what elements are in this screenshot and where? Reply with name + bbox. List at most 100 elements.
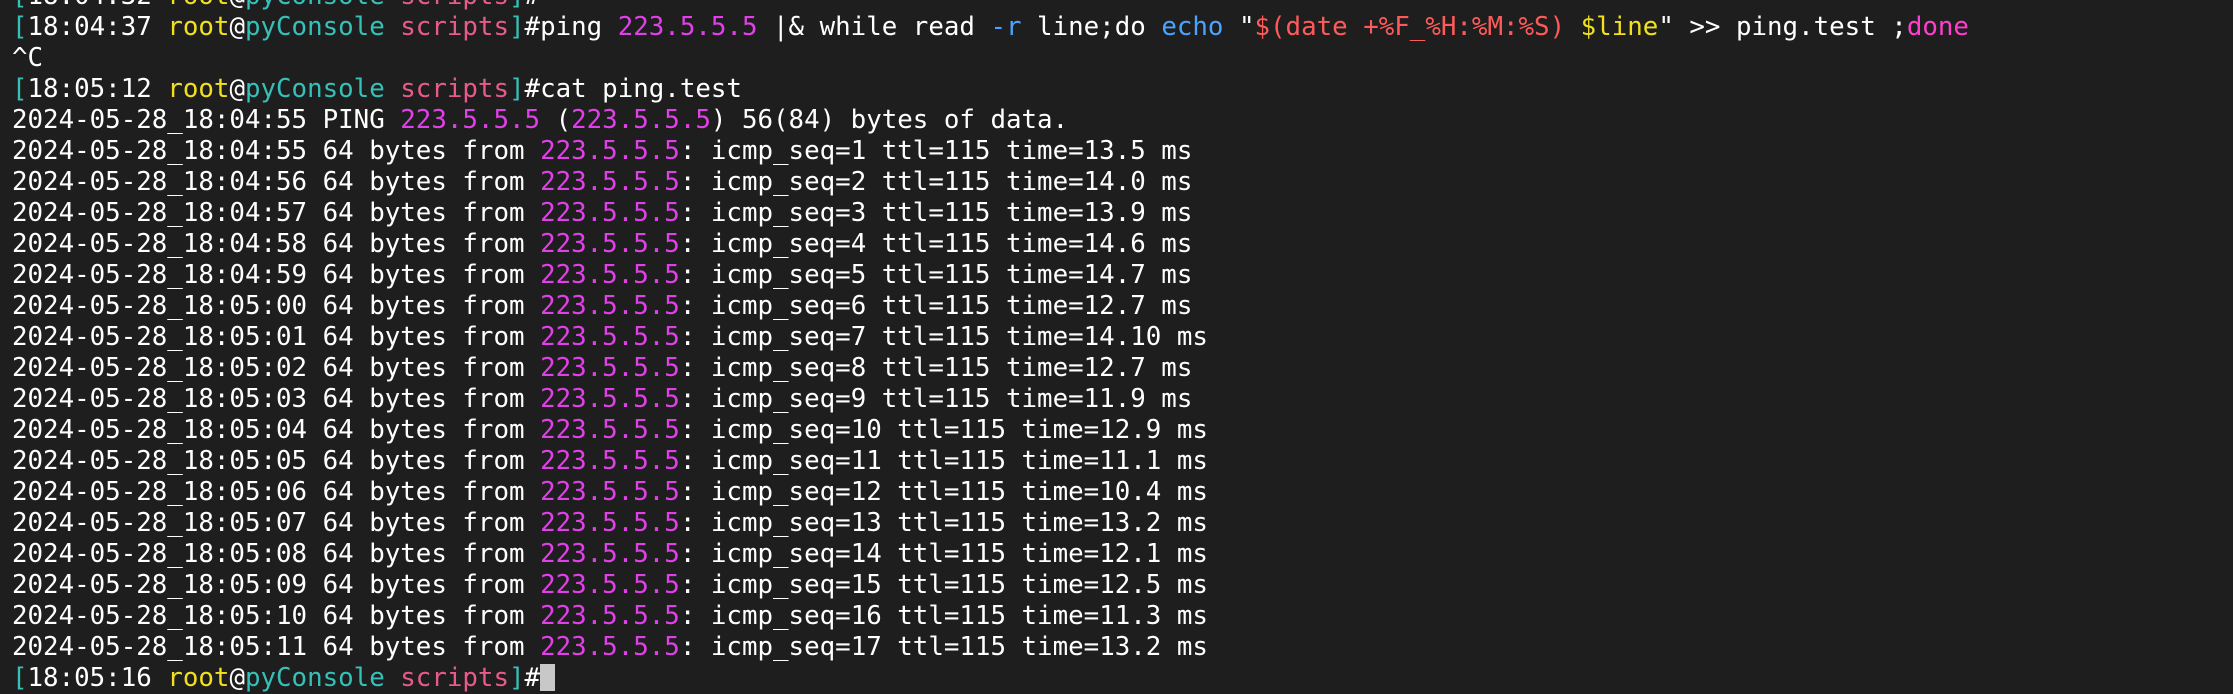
ip-address: 223.5.5.5 [540,508,680,538]
ping-reply-row: 2024-05-28_18:05:03 64 bytes from 223.5.… [12,384,1193,414]
rtt-value: 10.4 [1099,477,1162,507]
ttl-value: 115 [959,601,1006,631]
ping-output-list: 2024-05-28_18:04:55 64 bytes from 223.5.… [12,136,2233,663]
ttl-value: 115 [959,477,1006,507]
ttl-value: 115 [943,167,991,197]
ttl-value: 115 [943,291,991,321]
rtt-value: 12.7 [1083,353,1146,383]
icmp-seq: 8 [850,353,867,383]
ping-reply-row: 2024-05-28_18:04:58 64 bytes from 223.5.… [12,229,1193,259]
icmp-seq: 5 [850,260,867,290]
ip-address: 223.5.5.5 [540,229,680,259]
prompt-line-current[interactable]: [18:05:16 root@pyConsole scripts]# [12,663,2233,694]
icmp-seq: 3 [850,198,867,228]
rtt-value: 11.9 [1083,384,1146,414]
timestamp: 2024-05-28_18:05:06 [12,477,308,507]
rtt-value: 13.5 [1083,136,1146,166]
icmp-seq: 16 [850,601,882,631]
icmp-seq: 11 [850,446,882,476]
icmp-seq: 6 [850,291,867,321]
ttl-value: 115 [959,539,1006,569]
prompt-user: root [167,12,230,42]
timestamp: 2024-05-28_18:04:57 [12,198,308,228]
prompt-user: root [167,0,229,11]
ping-reply-row: 2024-05-28_18:05:02 64 bytes from 223.5.… [12,353,1193,383]
timestamp: 2024-05-28_18:04:59 [12,260,308,290]
ping-reply-row: 2024-05-28_18:05:11 64 bytes from 223.5.… [12,632,1208,662]
prompt-user: root [167,663,230,693]
prompt-user: root [167,74,230,104]
timestamp: 2024-05-28_18:05:01 [12,322,308,352]
rtt-value: 13.2 [1099,632,1162,662]
ping-reply-row: 2024-05-28_18:05:06 64 bytes from 223.5.… [12,477,1208,507]
prompt-dir: scripts [400,663,509,693]
prompt-line-partial: [18:04:32 root@pyConsole scripts]# [12,0,2233,12]
text-cursor[interactable] [540,664,556,691]
ttl-value: 115 [943,136,991,166]
ttl-value: 115 [959,508,1006,538]
timestamp: 2024-05-28_18:05:07 [12,508,308,538]
timestamp: 2024-05-28_18:05:02 [12,353,308,383]
timestamp: 2024-05-28_18:04:55 [12,136,308,166]
timestamp: 2024-05-28_18:05:04 [12,415,308,445]
command-line-cat: [18:05:12 root@pyConsole scripts]#cat pi… [12,74,742,104]
ip-address: 223.5.5.5 [540,260,680,290]
prompt-time: 18:04:37 [27,12,152,42]
timestamp: 2024-05-28_18:05:10 [12,601,308,631]
rtt-value: 12.7 [1083,291,1146,321]
icmp-seq: 7 [850,322,867,352]
timestamp: 2024-05-28_18:05:00 [12,291,308,321]
command-text: cat ping.test [540,74,742,104]
ttl-value: 115 [943,260,991,290]
icmp-seq: 13 [850,508,882,538]
rtt-value: 14.10 [1083,322,1162,352]
ping-reply-row: 2024-05-28_18:05:08 64 bytes from 223.5.… [12,539,1208,569]
ip-address: 223.5.5.5 [617,12,758,42]
icmp-seq: 17 [850,632,882,662]
ip-address: 223.5.5.5 [540,446,680,476]
ping-reply-row: 2024-05-28_18:05:05 64 bytes from 223.5.… [12,446,1208,476]
timestamp: 2024-05-28_18:05:09 [12,570,308,600]
ttl-value: 115 [943,229,991,259]
ip-address: 223.5.5.5 [540,291,680,321]
ttl-value: 115 [959,570,1006,600]
ip-address: 223.5.5.5 [540,353,680,383]
rtt-value: 11.3 [1099,601,1162,631]
read-flag: -r [990,12,1022,42]
ip-address: 223.5.5.5 [540,601,680,631]
ttl-value: 115 [943,198,991,228]
ping-reply-row: 2024-05-28_18:05:10 64 bytes from 223.5.… [12,601,1208,631]
ip-address: 223.5.5.5 [540,136,680,166]
line-variable: $line [1580,12,1659,42]
date-substitution: $(date +%F_%H:%M:%S) [1254,12,1581,42]
ip-address: 223.5.5.5 [540,415,680,445]
rtt-value: 13.2 [1099,508,1162,538]
command-text: ping [540,12,618,42]
prompt-time: 18:05:16 [27,663,152,693]
ping-reply-row: 2024-05-28_18:05:07 64 bytes from 223.5.… [12,508,1208,538]
ip-address: 223.5.5.5 [540,167,680,197]
ping-reply-row: 2024-05-28_18:05:04 64 bytes from 223.5.… [12,415,1208,445]
timestamp: 2024-05-28_18:04:58 [12,229,308,259]
rtt-value: 13.9 [1083,198,1146,228]
rtt-value: 12.9 [1099,415,1162,445]
prompt-dir: scripts [400,12,509,42]
icmp-seq: 4 [850,229,867,259]
ttl-value: 115 [959,632,1006,662]
ping-reply-row: 2024-05-28_18:04:55 64 bytes from 223.5.… [12,136,1193,166]
timestamp: 2024-05-28_18:05:11 [12,632,308,662]
terminal-window[interactable]: [18:04:32 root@pyConsole scripts]# [18:0… [0,0,2233,694]
rtt-value: 14.0 [1083,167,1146,197]
timestamp: 2024-05-28_18:05:03 [12,384,308,414]
icmp-seq: 14 [850,539,882,569]
ttl-value: 115 [959,446,1006,476]
rtt-value: 12.5 [1099,570,1162,600]
ping-reply-row: 2024-05-28_18:04:59 64 bytes from 223.5.… [12,260,1193,290]
prompt-host: pyConsole [244,74,385,104]
icmp-seq: 12 [850,477,882,507]
ip-address: 223.5.5.5 [571,105,711,135]
command-line-ping: [18:04:37 root@pyConsole scripts]#ping 2… [12,12,1969,42]
ip-address: 223.5.5.5 [540,384,680,414]
timestamp: 2024-05-28_18:04:55 [12,105,308,135]
rtt-value: 14.6 [1083,229,1146,259]
